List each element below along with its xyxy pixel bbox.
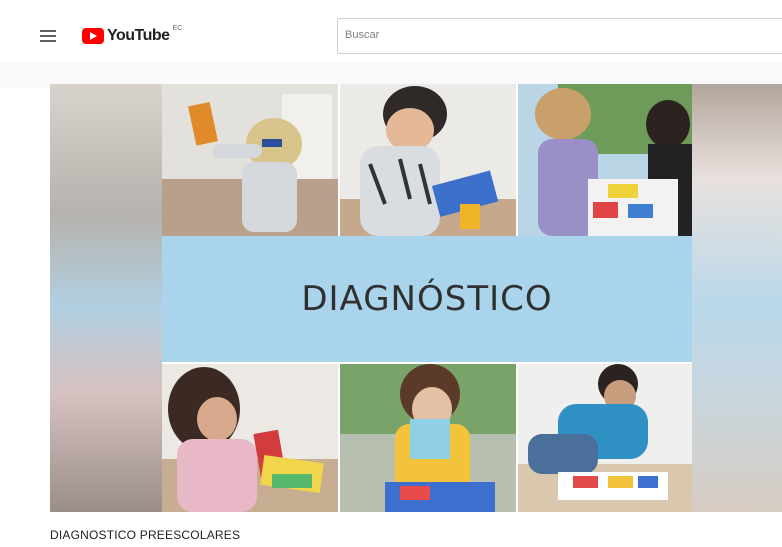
logo-text: YouTube bbox=[107, 27, 170, 44]
top-bar: YouTube EC Buscar bbox=[0, 0, 782, 62]
menu-icon[interactable] bbox=[40, 30, 56, 42]
country-code: EC bbox=[172, 24, 183, 32]
player-blur-left bbox=[50, 84, 162, 512]
thumbnail-title: DIAGNÓSTICO bbox=[301, 279, 553, 319]
photo-bottom-center bbox=[340, 364, 516, 512]
youtube-play-icon bbox=[82, 28, 104, 44]
photo-bottom-right bbox=[518, 364, 692, 512]
photo-top-left bbox=[162, 84, 338, 236]
photo-top-right bbox=[518, 84, 692, 236]
youtube-logo[interactable]: YouTube EC bbox=[82, 25, 182, 47]
video-thumbnail[interactable]: DIAGNÓSTICO bbox=[162, 84, 692, 512]
video-caption[interactable]: DIAGNOSTICO PREESCOLARES bbox=[50, 528, 240, 542]
player-blur-right bbox=[692, 84, 782, 512]
search-input[interactable]: Buscar bbox=[337, 18, 782, 54]
photo-bottom-left bbox=[162, 364, 338, 512]
video-player[interactable]: DIAGNÓSTICO bbox=[50, 84, 782, 512]
search-placeholder: Buscar bbox=[345, 29, 380, 41]
photo-top-center bbox=[340, 84, 516, 236]
thumbnail-banner: DIAGNÓSTICO bbox=[162, 236, 692, 362]
